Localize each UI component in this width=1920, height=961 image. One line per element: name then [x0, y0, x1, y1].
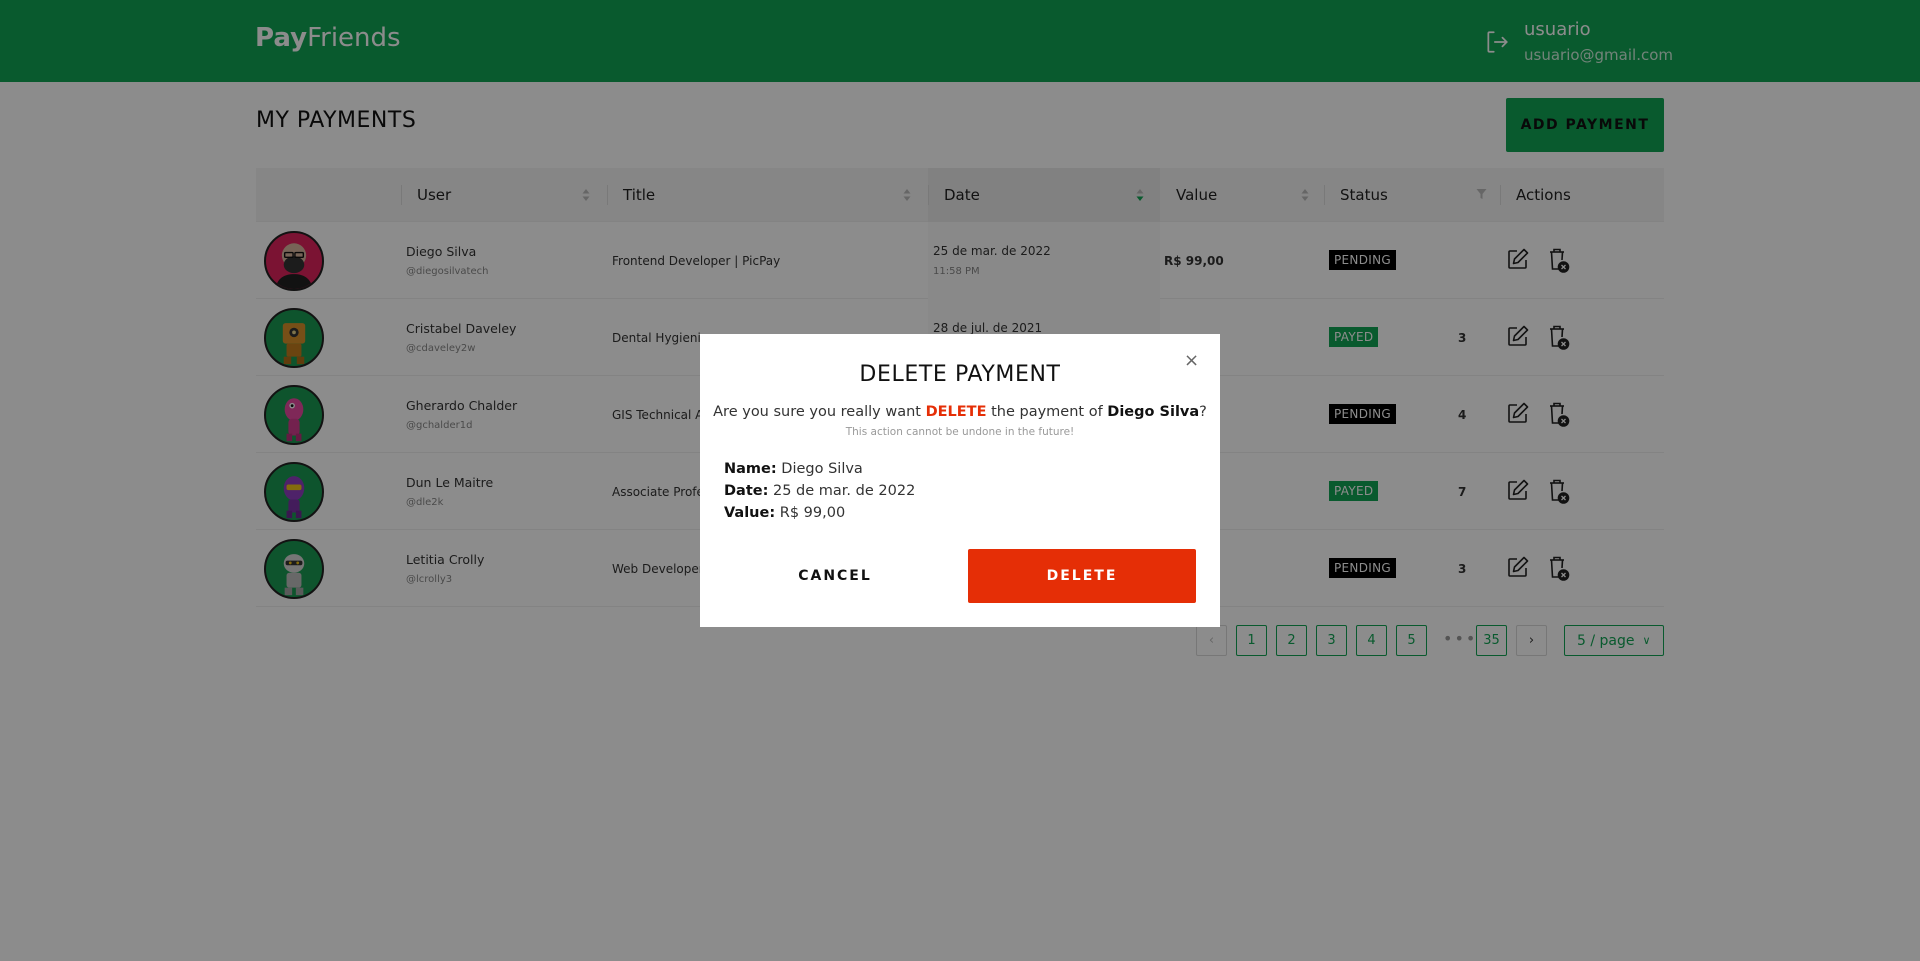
confirm-delete-button[interactable]: DELETE [968, 549, 1196, 603]
modal-warning: This action cannot be undone in the futu… [845, 426, 1075, 438]
delete-payment-modal: × DELETE PAYMENT Are you sure you really… [700, 334, 1220, 627]
modal-title: DELETE PAYMENT [859, 362, 1061, 387]
detail-name: Name: Diego Silva [724, 461, 863, 477]
detail-date: Date: 25 de mar. de 2022 [724, 483, 916, 499]
cancel-button[interactable]: CANCEL [724, 549, 946, 603]
modal-question: Are you sure you really want DELETE the … [713, 404, 1207, 420]
detail-value: Value: R$ 99,00 [724, 505, 846, 521]
